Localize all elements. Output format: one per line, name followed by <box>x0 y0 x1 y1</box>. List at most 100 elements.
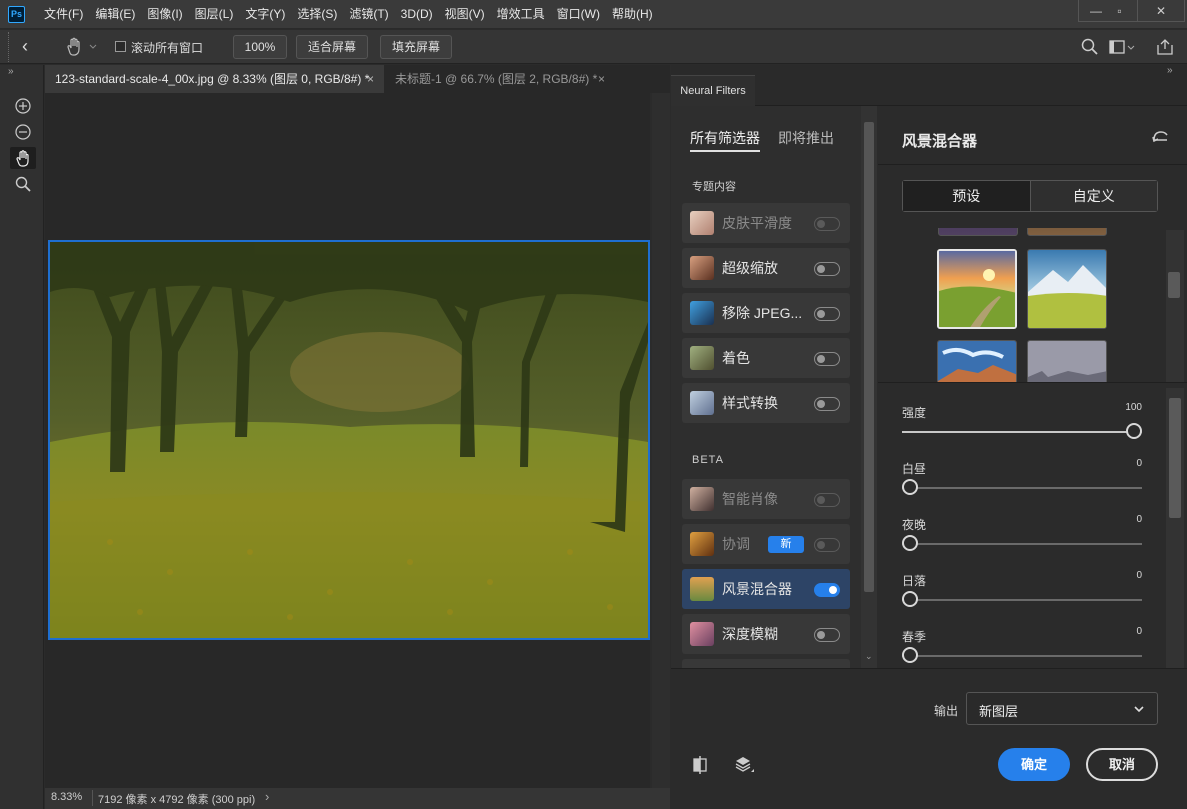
filter-detail-panel: 风景混合器 预设 自定义 强度 100 白昼 0 夜晚 0 日落 0 春季 0 <box>878 106 1187 668</box>
slider-track[interactable] <box>902 599 1142 601</box>
toggle-smart-portrait[interactable] <box>814 493 840 507</box>
filter-jpeg-removal[interactable]: 移除 JPEG... <box>682 293 850 333</box>
canvas-scrollbar[interactable] <box>652 93 670 788</box>
zoom-level[interactable]: 8.33% <box>51 791 82 803</box>
neural-filters-tab[interactable]: Neural Filters <box>671 75 755 106</box>
tab-close-icon[interactable]: × <box>598 65 605 93</box>
scroll-thumb[interactable] <box>1168 272 1180 298</box>
maximize-icon: ▫ <box>1117 3 1122 18</box>
slider-knob[interactable] <box>902 591 918 607</box>
tab-all-filters[interactable]: 所有筛选器 <box>690 128 760 148</box>
hand-tool[interactable] <box>10 147 36 169</box>
toggle-skin-smoothing[interactable] <box>814 217 840 231</box>
workspace-icon[interactable] <box>1108 38 1136 59</box>
collapse-icon[interactable]: » <box>8 66 14 77</box>
document-image[interactable] <box>48 240 650 640</box>
hand-icon <box>67 37 97 56</box>
preset-thumb-grey-landscape[interactable] <box>1027 340 1107 382</box>
segment-preset[interactable]: 预设 <box>903 181 1031 211</box>
slider-value: 0 <box>1136 626 1142 637</box>
zoom-out-icon <box>15 124 31 140</box>
menu-layer[interactable]: 图层(L) <box>189 0 240 29</box>
menu-view[interactable]: 视图(V) <box>439 0 491 29</box>
tab-doc-1[interactable]: 123-standard-scale-4_00x.jpg @ 8.33% (图层… <box>45 65 384 93</box>
slider-knob[interactable] <box>1126 423 1142 439</box>
preset-thumb-mountain-meadow[interactable] <box>1027 249 1107 329</box>
hand-tool-preset[interactable] <box>64 36 98 58</box>
chevron-right-icon[interactable]: › <box>265 789 269 804</box>
filter-list-scrollbar[interactable]: ⌄ <box>861 106 877 668</box>
fit-screen-button[interactable]: 适合屏幕 <box>296 35 368 59</box>
ok-button[interactable]: 确定 <box>998 748 1070 781</box>
toggle-super-zoom[interactable] <box>814 262 840 276</box>
filter-colorize[interactable]: 着色 <box>682 338 850 378</box>
maximize-button[interactable]: ▫ <box>1102 0 1138 22</box>
menu-bar: Ps 文件(F) 编辑(E) 图像(I) 图层(L) 文字(Y) 选择(S) 滤… <box>0 0 1187 29</box>
slider-value: 0 <box>1136 514 1142 525</box>
segment-custom[interactable]: 自定义 <box>1030 181 1157 211</box>
tab-doc-2[interactable]: 未标题-1 @ 66.7% (图层 2, RGB/8#) * × <box>385 65 615 93</box>
collapse-icon[interactable]: » <box>1167 65 1173 76</box>
toggle-style-transfer[interactable] <box>814 397 840 411</box>
slider-track[interactable] <box>902 543 1142 545</box>
zoom-out-tool[interactable] <box>10 121 36 143</box>
slider-track[interactable] <box>902 487 1142 489</box>
menu-image[interactable]: 图像(I) <box>141 0 188 29</box>
filter-harmonization[interactable]: 协调 新 <box>682 524 850 564</box>
fill-screen-button[interactable]: 填充屏幕 <box>380 35 452 59</box>
menu-file[interactable]: 文件(F) <box>38 0 89 29</box>
filter-landscape-mixer[interactable]: 风景混合器 <box>682 569 850 609</box>
back-arrow-icon[interactable]: ‹ <box>22 36 42 58</box>
slider-track[interactable] <box>902 431 1142 433</box>
filter-style-transfer[interactable]: 样式转换 <box>682 383 850 423</box>
filter-skin-smoothing[interactable]: 皮肤平滑度 <box>682 203 850 243</box>
tab-coming-soon[interactable]: 即将推出 <box>778 128 834 148</box>
toggle-landscape-mixer[interactable] <box>814 583 840 597</box>
share-icon[interactable] <box>1155 37 1175 60</box>
search-icon[interactable] <box>1080 37 1100 60</box>
tab-close-icon[interactable]: × <box>367 65 374 93</box>
filter-depth-blur[interactable]: 深度模糊 <box>682 614 850 654</box>
output-select[interactable]: 新图层 <box>966 692 1158 725</box>
scroll-all-checkbox[interactable] <box>115 41 126 52</box>
menu-help[interactable]: 帮助(H) <box>606 0 659 29</box>
cancel-button[interactable]: 取消 <box>1086 748 1158 781</box>
canvas-area[interactable] <box>45 93 650 788</box>
filter-smart-portrait[interactable]: 智能肖像 <box>682 479 850 519</box>
slider-label: 强度 <box>902 406 927 420</box>
slider-knob[interactable] <box>902 479 918 495</box>
close-window-button[interactable]: ✕ <box>1137 0 1185 22</box>
preset-thumb-dusk[interactable] <box>1027 228 1107 236</box>
menu-3d[interactable]: 3D(D) <box>395 0 439 29</box>
menu-edit[interactable]: 编辑(E) <box>89 0 141 29</box>
slider-knob[interactable] <box>902 535 918 551</box>
scroll-thumb[interactable] <box>864 122 874 592</box>
gallery-scrollbar[interactable] <box>1166 230 1184 382</box>
menu-window[interactable]: 窗口(W) <box>551 0 606 29</box>
toggle-jpeg-removal[interactable] <box>814 307 840 321</box>
zoom-tool[interactable] <box>10 173 36 195</box>
menu-plugins[interactable]: 增效工具 <box>491 0 551 29</box>
filter-super-zoom[interactable]: 超级缩放 <box>682 248 850 288</box>
menu-select[interactable]: 选择(S) <box>291 0 343 29</box>
slider-track[interactable] <box>902 655 1142 657</box>
menu-type[interactable]: 文字(Y) <box>239 0 291 29</box>
scroll-thumb[interactable] <box>1169 398 1181 518</box>
smart-portrait-icon <box>690 487 714 511</box>
preset-thumb-rocky-coast[interactable] <box>937 340 1017 382</box>
slider-knob[interactable] <box>902 647 918 663</box>
zoom-100-button[interactable]: 100% <box>233 35 287 59</box>
preset-thumb-sunset-meadow[interactable] <box>937 249 1017 329</box>
menu-filter[interactable]: 滤镜(T) <box>343 0 394 29</box>
toggle-colorize[interactable] <box>814 352 840 366</box>
layers-icon[interactable] <box>734 754 756 779</box>
toggle-harmonization[interactable] <box>814 538 840 552</box>
toggle-depth-blur[interactable] <box>814 628 840 642</box>
compare-icon[interactable] <box>691 755 709 778</box>
photoshop-logo[interactable]: Ps <box>8 6 25 23</box>
sliders-scrollbar[interactable] <box>1166 388 1184 668</box>
reset-icon[interactable] <box>1150 128 1170 149</box>
chevron-down-icon[interactable]: ⌄ <box>865 651 873 662</box>
preset-thumb-night[interactable] <box>938 228 1018 236</box>
zoom-in-tool[interactable] <box>10 95 36 117</box>
